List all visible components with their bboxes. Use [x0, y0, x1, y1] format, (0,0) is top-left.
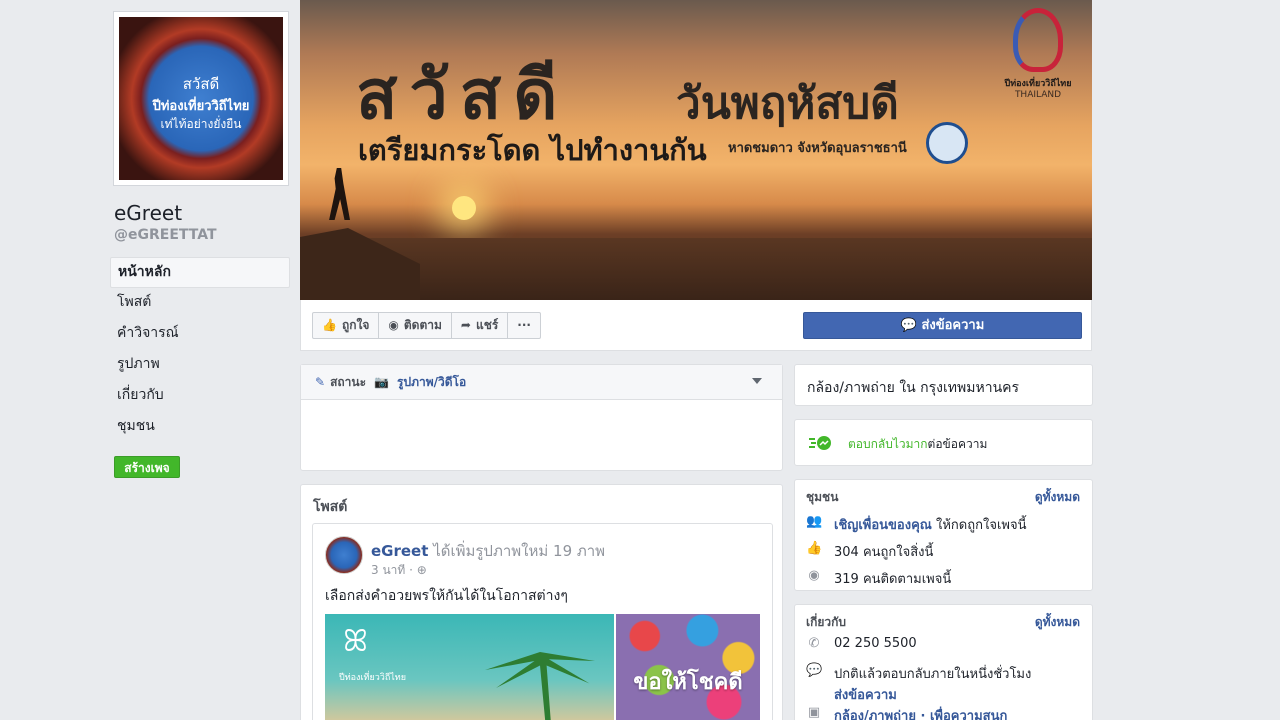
brand-line-1: ปีท่องเที่ยววิถีไทย	[1004, 79, 1072, 89]
post-author[interactable]: eGreet	[371, 542, 428, 560]
palm-tree-graphic	[485, 652, 595, 720]
about-category-link[interactable]: กล้อง/ภาพถ่าย · เพื่อความสนุก	[834, 705, 1007, 720]
community-see-all-link[interactable]: ดูทั้งหมด	[1035, 488, 1080, 507]
amazing-thailand-logo: ปีท่องเที่ยววิถีไทย THAILAND	[998, 8, 1078, 116]
posts-title: โพสต์	[313, 499, 348, 515]
post-header: eGreet ได้เพิ่มรูปภาพใหม่ 19 ภาพ	[371, 539, 605, 563]
follow-button[interactable]: ◉ ติดตาม	[378, 312, 452, 339]
messenger-icon: 💬	[900, 318, 917, 333]
follow-label: ติดตาม	[403, 318, 442, 332]
post-image-2-text: ขอให้โชคดี	[633, 670, 743, 695]
page-category[interactable]: กล้อง/ภาพถ่าย ใน กรุงเทพมหานคร	[807, 377, 1019, 399]
about-category-row: ▣ กล้อง/ภาพถ่าย · เพื่อความสนุก	[806, 705, 1008, 720]
post-avatar[interactable]	[325, 536, 363, 574]
about-see-all-link[interactable]: ดูทั้งหมด	[1035, 613, 1080, 632]
rss-icon: ◉	[388, 318, 399, 332]
camera-icon: 📷	[374, 375, 389, 389]
post-image-1[interactable]: ꕤ ปีท่องเที่ยววิถีไทย	[325, 614, 614, 720]
likes-count: 304 คนถูกใจสิ่งนี้	[834, 545, 934, 560]
share-button[interactable]: ➦ แชร์	[450, 312, 509, 339]
invite-friends-icon: 👥	[806, 514, 823, 529]
cliff-graphic	[300, 228, 420, 300]
pencil-icon: ✎	[315, 375, 326, 389]
nav-item-reviews[interactable]: คำวิจารณ์	[110, 319, 290, 350]
response-box: ตอบกลับไวมากต่อข้อความ	[794, 419, 1093, 466]
rss-icon: ◉	[808, 568, 820, 583]
sun-graphic	[452, 196, 476, 220]
response-rest-text: ต่อข้อความ	[927, 437, 988, 451]
phone-row: ✆ 02 250 5500	[806, 636, 917, 651]
reply-time-row: 💬 ปกติแล้วตอบกลับภายในหนึ่งชั่วโมง ส่งข้…	[806, 663, 1031, 705]
response-fast-text: ตอบกลับไวมาก	[848, 437, 928, 451]
invite-rest-text: ให้กดถูกใจเพจนี้	[936, 518, 1027, 533]
brand-line-2: THAILAND	[1014, 90, 1062, 100]
post-image-2[interactable]: ขอให้โชคดี	[616, 614, 760, 720]
post-card: eGreet ได้เพิ่มรูปภาพใหม่ 19 ภาพ 3 นาที …	[312, 523, 773, 720]
phone-number[interactable]: 02 250 5500	[834, 636, 917, 651]
follows-count: 319 คนติดตามเพจนี้	[834, 572, 952, 587]
post-composer: ✎ สถานะ 📷 รูปภาพ/วิดีโอ	[300, 364, 783, 471]
more-button[interactable]: ···	[507, 312, 541, 339]
reply-time-text: ปกติแล้วตอบกลับภายในหนึ่งชั่วโมง	[834, 667, 1032, 682]
about-title: เกี่ยวกับ	[806, 615, 847, 629]
brand-logo-icon: ꕤ	[343, 624, 368, 659]
profile-pic-text-3: เท่ไท้อย่างยั่งยืน	[160, 117, 242, 131]
like-button[interactable]: 👍 ถูกใจ	[312, 312, 380, 339]
status-tab[interactable]: สถานะ	[330, 373, 366, 392]
share-label: แชร์	[475, 318, 499, 332]
share-arrow-icon: ➦	[460, 318, 471, 332]
category-box: กล้อง/ภาพถ่าย ใน กรุงเทพมหานคร	[794, 364, 1093, 406]
thumbs-up-icon: 👍	[322, 318, 337, 332]
left-nav: หน้าหลัก โพสต์ คำวิจารณ์ รูปภาพ เกี่ยวกั…	[110, 257, 290, 443]
response-rate: ตอบกลับไวมากต่อข้อความ	[848, 435, 987, 454]
cover-location: หาดชมดาว จังหวัดอุบลราชธานี	[728, 141, 907, 156]
about-send-message-link[interactable]: ส่งข้อความ	[834, 688, 897, 703]
nav-item-photos[interactable]: รูปภาพ	[110, 350, 290, 381]
posts-section: โพสต์ eGreet ได้เพิ่มรูปภาพใหม่ 19 ภาพ 3…	[300, 484, 783, 720]
community-box: ชุมชน ดูทั้งหมด 👥 เชิญเพื่อนของคุณ ให้กด…	[794, 479, 1093, 591]
send-message-label: ส่งข้อความ	[921, 318, 985, 333]
thumbs-up-icon: 👍	[806, 541, 823, 556]
dropdown-caret-icon[interactable]	[752, 378, 762, 384]
person-silhouette	[329, 168, 350, 220]
nav-item-community[interactable]: ชุมชน	[110, 412, 290, 443]
globe-icon: ⊕	[416, 563, 427, 577]
store-icon: ▣	[807, 705, 821, 720]
post-text: เลือกส่งคำอวยพรให้กันได้ในโอกาสต่างๆ	[325, 588, 568, 604]
profile-pic-text-1: สวัสดี	[182, 75, 220, 93]
invite-friends-link[interactable]: เชิญเพื่อนของคุณ	[834, 518, 932, 533]
nav-item-about[interactable]: เกี่ยวกับ	[110, 381, 290, 412]
fast-messenger-icon	[809, 436, 831, 450]
messenger-icon: 💬	[806, 663, 823, 678]
post-image-1-text: ปีท่องเที่ยววิถีไทย	[339, 673, 407, 683]
composer-header: ✎ สถานะ 📷 รูปภาพ/วิดีโอ	[301, 365, 782, 400]
post-time-text: 3 นาที ·	[371, 563, 413, 577]
cover-photo[interactable]: สวัสดี วันพฤหัสบดี เตรียมกระโดด ไปทำงานก…	[300, 0, 1092, 300]
cover-subline: เตรียมกระโดด ไปทำงานกัน	[358, 133, 707, 167]
community-title: ชุมชน	[806, 490, 839, 504]
post-time[interactable]: 3 นาที · ⊕	[371, 561, 427, 580]
profile-picture[interactable]: สวัสดี ปีท่องเที่ยววิถีไทย เท่ไท้อย่างยั…	[113, 11, 289, 186]
page-action-bar: 👍 ถูกใจ ◉ ติดตาม ➦ แชร์ ··· 💬 ส่งข้อความ	[300, 300, 1092, 351]
nav-item-home[interactable]: หน้าหลัก	[110, 257, 290, 288]
cover-day: วันพฤหัสบดี	[676, 78, 899, 129]
about-box: เกี่ยวกับ ดูทั้งหมด ✆ 02 250 5500 💬 ปกติ…	[794, 604, 1093, 720]
phone-icon: ✆	[808, 636, 820, 651]
invite-row: 👥 เชิญเพื่อนของคุณ ให้กดถูกใจเพจนี้	[806, 514, 1026, 535]
like-label: ถูกใจ	[341, 318, 370, 332]
page-name[interactable]: eGreet	[114, 201, 182, 225]
post-action[interactable]: ได้เพิ่มรูปภาพใหม่ 19 ภาพ	[433, 542, 605, 560]
follows-row: ◉ 319 คนติดตามเพจนี้	[806, 568, 951, 589]
photo-video-tab[interactable]: รูปภาพ/วิดีโอ	[397, 373, 466, 392]
profile-pic-text-2: ปีท่องเที่ยววิถีไทย	[152, 99, 250, 114]
nav-item-posts[interactable]: โพสต์	[110, 288, 290, 319]
send-message-button[interactable]: 💬 ส่งข้อความ	[803, 312, 1082, 339]
tat-logo	[926, 122, 968, 164]
brand-mark-icon	[1013, 8, 1063, 72]
create-page-button[interactable]: สร้างเพจ	[114, 456, 180, 478]
page-handle[interactable]: @eGREETTAT	[114, 227, 217, 243]
likes-row: 👍 304 คนถูกใจสิ่งนี้	[806, 541, 933, 562]
